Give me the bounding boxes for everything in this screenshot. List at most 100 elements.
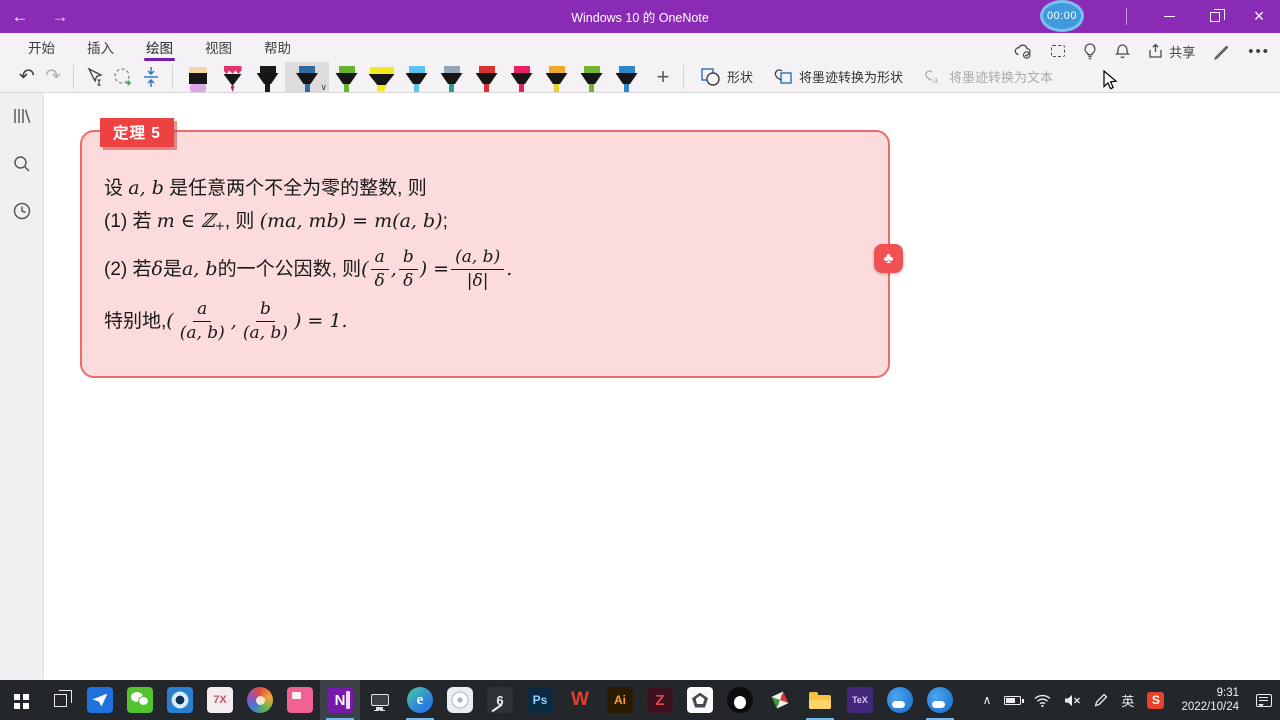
onenote[interactable]: N	[320, 680, 360, 720]
tell-me-lightbulb-icon[interactable]	[1083, 42, 1097, 60]
theorem-line-1: 设 a, b 是任意两个不全为零的整数, 则	[104, 177, 427, 199]
screen: ← → Windows 10 的 OneNote 00:00 × 开始 插入 绘…	[0, 0, 1280, 720]
app-palette[interactable]	[240, 680, 280, 720]
insert-space-tool[interactable]	[137, 66, 165, 88]
tab-view[interactable]: 视图	[189, 33, 248, 60]
minimize-button[interactable]	[1148, 0, 1190, 33]
taskbar: 7X Ne 6 Ps W Ai Z TeX ∧ 英 S 9:31 2022/10/24	[0, 680, 1280, 720]
fraction-gcd-over-abs-delta: (a, b) |δ|	[451, 247, 505, 291]
theorem-line-3: (2) 若 δ 是 a, b 的一个公因数, 则 ( aδ , bδ ) = (…	[104, 247, 513, 291]
sync-status-icon[interactable]	[1014, 44, 1033, 59]
pen-silver-teal[interactable]	[434, 62, 469, 93]
left-navigation-rail	[0, 93, 44, 680]
notifications-bell-icon[interactable]	[1115, 43, 1131, 60]
pen-lightblue[interactable]	[399, 62, 434, 93]
wps-office[interactable]: W	[560, 680, 600, 720]
page-canvas[interactable]: 定理 5 设 a, b 是任意两个不全为零的整数, 则 (1) 若 m ∈ ℤ+…	[44, 93, 1280, 680]
windows-ink-pen-icon[interactable]	[1094, 693, 1108, 708]
undo-button[interactable]: ↶	[14, 65, 40, 88]
tab-draw[interactable]: 绘图	[130, 33, 189, 61]
tab-insert[interactable]: 插入	[71, 33, 130, 60]
microsoft-edge[interactable]: e	[400, 680, 440, 720]
task-view-button[interactable]	[40, 680, 80, 720]
volume-muted-icon[interactable]	[1064, 694, 1081, 707]
theorem-badge: 定理 5	[100, 118, 174, 147]
pen-green[interactable]	[329, 62, 364, 93]
share-label: 共享	[1169, 44, 1196, 60]
pencil-crimson[interactable]	[215, 62, 250, 93]
theorem-line-2: (1) 若 m ∈ ℤ+, 则 (ma, mb) = m(a, b);	[104, 210, 448, 233]
pen-gallery: ∨	[180, 60, 644, 93]
more-options-icon[interactable]: •••	[1248, 43, 1270, 60]
notebooks-icon[interactable]	[11, 107, 33, 132]
pen-blue[interactable]: ∨	[285, 62, 329, 93]
search-icon[interactable]	[12, 154, 32, 179]
share-button[interactable]: 共享	[1148, 42, 1195, 61]
lasso-select-tool[interactable]	[109, 67, 137, 87]
geogebra[interactable]	[680, 680, 720, 720]
app-hand-6[interactable]: 6	[480, 680, 520, 720]
eraser[interactable]	[180, 62, 215, 93]
qq-browser-2[interactable]	[920, 680, 960, 720]
pen-red[interactable]	[469, 62, 504, 93]
redo-button[interactable]: ↷	[40, 65, 66, 88]
ink-to-text-button[interactable]: a 将墨迹转换为文本	[913, 62, 1063, 92]
start-button[interactable]	[0, 680, 40, 720]
highlighter-yellow[interactable]	[364, 62, 399, 93]
titlebar-divider	[1126, 8, 1127, 25]
pen-options-chevron[interactable]: ∨	[320, 82, 327, 93]
title-bar: ← → Windows 10 的 OneNote 00:00 ×	[0, 0, 1280, 33]
file-explorer[interactable]	[800, 680, 840, 720]
app-7x[interactable]: 7X	[200, 680, 240, 720]
theorem-box: 定理 5 设 a, b 是任意两个不全为零的整数, 则 (1) 若 m ∈ ℤ+…	[80, 118, 903, 378]
tab-help[interactable]: 帮助	[248, 33, 307, 60]
hidden-icons-chevron[interactable]: ∧	[983, 693, 992, 707]
ime-language-indicator[interactable]: 英	[1121, 691, 1134, 710]
shapes-button[interactable]: 形状	[691, 62, 763, 92]
recording-timer: 00:00	[1040, 0, 1084, 32]
app-pinwheel[interactable]	[760, 680, 800, 720]
close-button[interactable]: ×	[1238, 0, 1280, 33]
ribbon: 开始 插入 绘图 视图 帮助 共享 ••• ↶ ↷ ∨ + 形状 将墨迹转换为形…	[0, 33, 1280, 93]
pen-blue-2[interactable]	[609, 62, 644, 93]
back-icon[interactable]: ←	[0, 7, 40, 27]
wifi-icon[interactable]	[1034, 694, 1051, 707]
battery-icon[interactable]	[1004, 695, 1024, 705]
photoshop[interactable]: Ps	[520, 680, 560, 720]
texworks[interactable]: TeX	[840, 680, 880, 720]
sogou-input-icon[interactable]: S	[1147, 691, 1165, 709]
app-blue-plane[interactable]	[80, 680, 120, 720]
system-tray: ∧ 英 S 9:31 2022/10/24	[983, 680, 1280, 720]
app-flower[interactable]	[440, 680, 480, 720]
ink-to-shape-button[interactable]: 将墨迹转换为形状	[763, 62, 913, 92]
qq[interactable]	[720, 680, 760, 720]
recent-notes-clock-icon[interactable]	[12, 201, 32, 226]
pen-crimson[interactable]	[504, 62, 539, 93]
app-shutter[interactable]	[160, 680, 200, 720]
draw-mode-pencil-icon[interactable]	[1213, 43, 1230, 60]
select-objects-tool[interactable]	[81, 67, 109, 87]
window-title: Windows 10 的 OneNote	[571, 11, 709, 25]
fraction-b-over-delta: bδ	[398, 247, 418, 291]
action-center-icon[interactable]	[1256, 693, 1272, 707]
illustrator[interactable]: Ai	[600, 680, 640, 720]
draw-toolbar: ↶ ↷ ∨ + 形状 将墨迹转换为形状 a 将墨迹转换为文本	[0, 60, 1280, 93]
pen-black[interactable]	[250, 62, 285, 93]
app-display[interactable]	[360, 680, 400, 720]
wechat[interactable]	[120, 680, 160, 720]
pen-amber[interactable]	[539, 62, 574, 93]
add-pen-button[interactable]: +	[650, 64, 676, 90]
forward-icon[interactable]: →	[40, 7, 80, 27]
qq-browser-1[interactable]	[880, 680, 920, 720]
tab-home[interactable]: 开始	[12, 33, 71, 60]
full-page-view-icon[interactable]	[1051, 45, 1066, 57]
app-z[interactable]: Z	[640, 680, 680, 720]
clock-date: 2022/10/24	[1181, 701, 1239, 713]
svg-text:a: a	[933, 74, 938, 86]
restore-button[interactable]	[1194, 0, 1236, 33]
clover-tag-button[interactable]: ♣	[874, 244, 903, 273]
clock-time: 9:31	[1216, 687, 1239, 699]
pen-green-2[interactable]	[574, 62, 609, 93]
app-pink[interactable]	[280, 680, 320, 720]
taskbar-clock[interactable]: 9:31 2022/10/24	[1177, 686, 1243, 714]
